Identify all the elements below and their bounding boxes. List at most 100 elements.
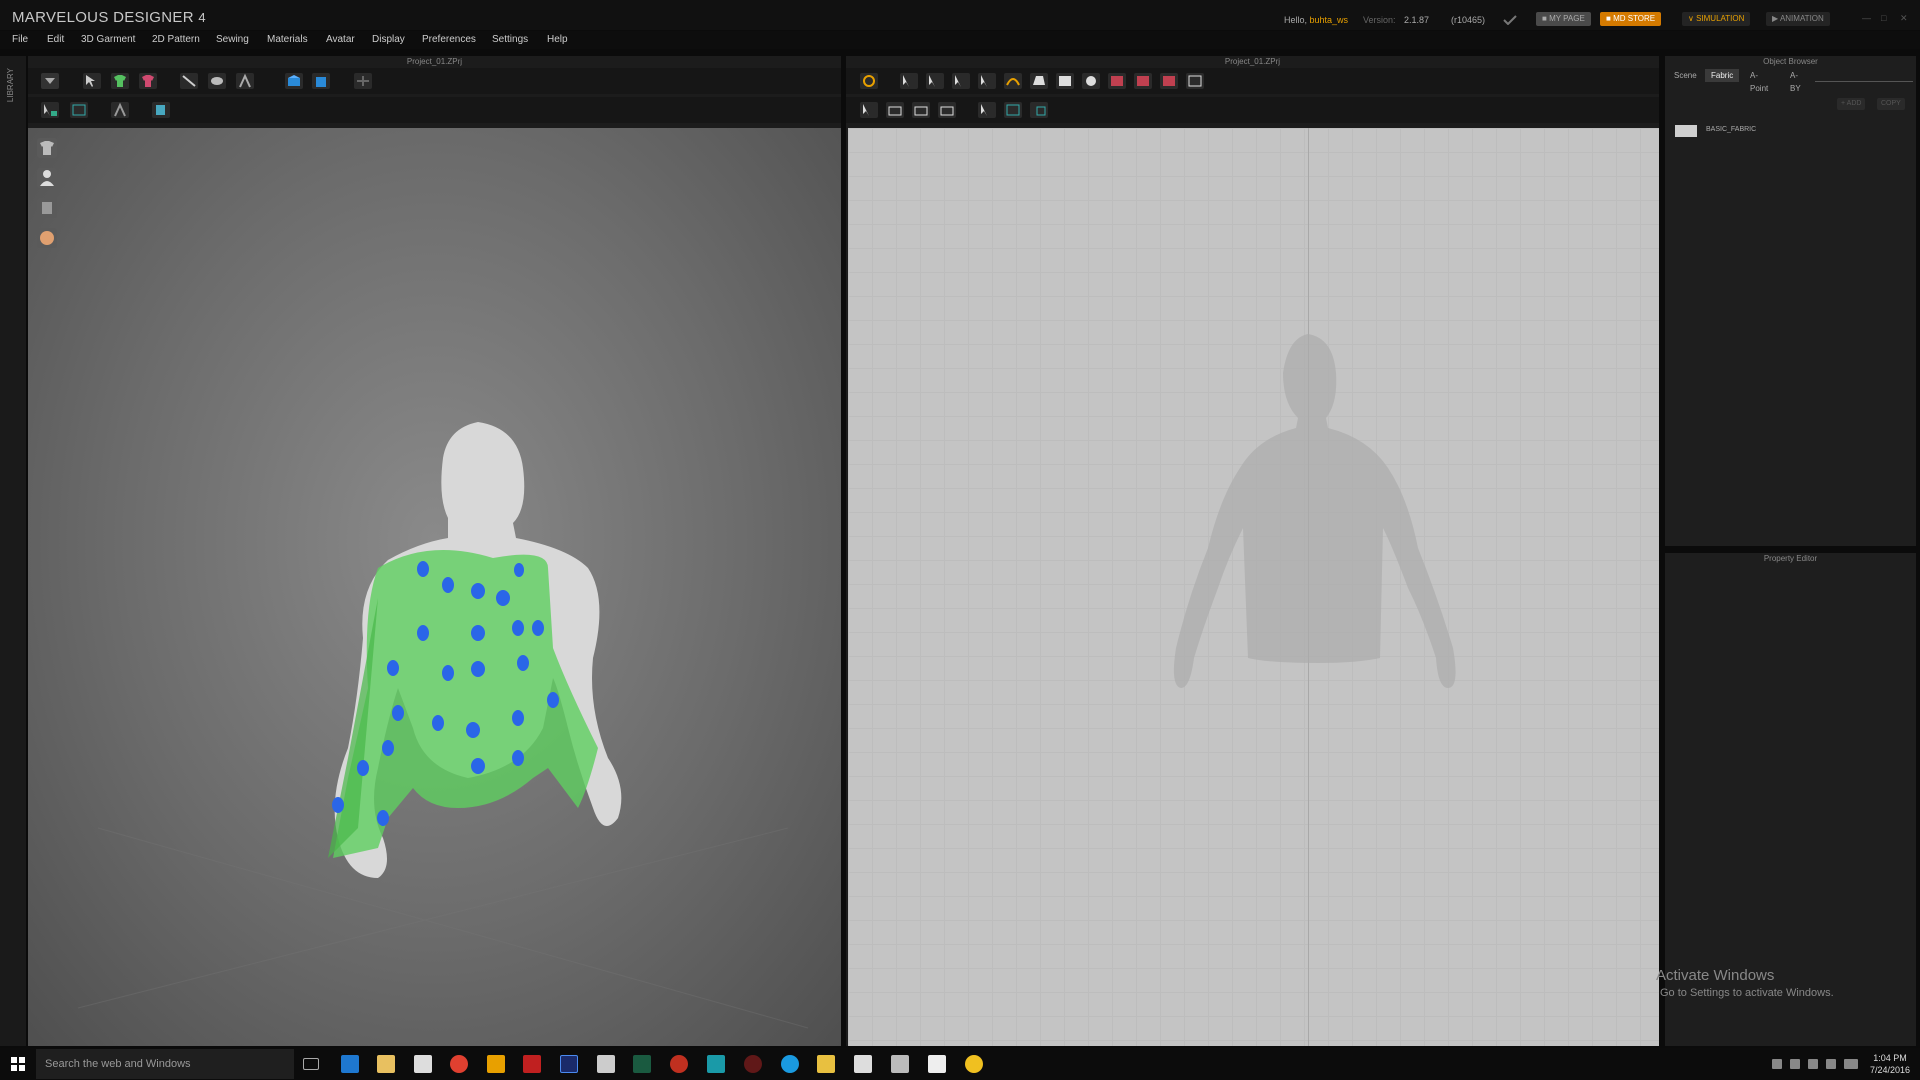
chrome-icon[interactable] — [450, 1055, 468, 1073]
graphic-tool-icon[interactable] — [1030, 102, 1048, 118]
photoshop-icon[interactable] — [560, 1055, 578, 1073]
my-page-button[interactable]: ■ MY PAGE — [1536, 12, 1591, 26]
fold-tool-icon[interactable] — [285, 73, 303, 89]
viewport-3d[interactable] — [28, 128, 841, 1046]
menu-2d-pattern[interactable]: 2D Pattern — [152, 34, 200, 45]
greeting-prefix: Hello, — [1284, 15, 1310, 25]
skype-icon[interactable] — [781, 1055, 799, 1073]
edit-pattern-icon[interactable] — [926, 73, 944, 89]
panel-2d-pattern: Project_01.ZPrj — [846, 56, 1659, 1046]
rectangle-tool-icon[interactable] — [1056, 73, 1074, 89]
task-view-icon[interactable] — [303, 1058, 319, 1070]
windows-start-icon[interactable] — [11, 1057, 25, 1071]
select-garment-tool-icon[interactable] — [111, 73, 129, 89]
free-sewing-icon[interactable] — [886, 102, 904, 118]
taskbar-search-box[interactable]: Search the web and Windows — [36, 1049, 294, 1079]
select-mesh-tool-icon[interactable] — [83, 73, 101, 89]
app-yellow-icon[interactable] — [965, 1055, 983, 1073]
md-store-button[interactable]: ■ MD STORE — [1600, 12, 1662, 26]
store-icon[interactable] — [414, 1055, 432, 1073]
arrow-down-tool-icon[interactable] — [41, 73, 59, 89]
menu-display[interactable]: Display — [372, 34, 405, 45]
tab-a-point[interactable]: A-Point — [1744, 69, 1775, 93]
curvature-icon[interactable] — [1004, 73, 1022, 89]
circle-tool-icon[interactable] — [1082, 73, 1100, 89]
keyboard-icon[interactable] — [1844, 1059, 1858, 1069]
app-window: MARVELOUS DESIGNER 4 Hello, buhta_ws Ver… — [0, 0, 1920, 1080]
volume-icon[interactable] — [1808, 1059, 1818, 1069]
move-garment-tool-icon[interactable] — [139, 73, 157, 89]
minimize-icon[interactable]: — — [1862, 13, 1871, 23]
tab-scene[interactable]: Scene — [1668, 69, 1703, 82]
folder-icon[interactable] — [817, 1055, 835, 1073]
property-editor-title: Property Editor — [1763, 554, 1818, 563]
segment-sewing-icon[interactable] — [860, 102, 878, 118]
brush-tool-icon[interactable] — [152, 102, 170, 118]
edit-curve-icon[interactable] — [952, 73, 970, 89]
menu-bar: File Edit 3D Garment 2D Pattern Sewing M… — [0, 31, 1920, 49]
simulation-mode-tab[interactable]: ∨ SIMULATION — [1682, 12, 1751, 26]
toolbar-2d-row2 — [846, 97, 1659, 123]
tray-arrow-icon[interactable] — [1772, 1059, 1782, 1069]
avatar-measure-icon[interactable] — [354, 73, 372, 89]
avatar-garment-scene[interactable] — [28, 128, 841, 1046]
zbrush-icon[interactable] — [597, 1055, 615, 1073]
file-explorer-icon[interactable] — [377, 1055, 395, 1073]
select-points-icon[interactable] — [41, 102, 59, 118]
app-gray-icon[interactable] — [891, 1055, 909, 1073]
app-window-icon[interactable] — [854, 1055, 872, 1073]
tab-a-by[interactable]: A-BY — [1784, 69, 1807, 93]
avatar-silhouette — [1173, 334, 1456, 688]
viewport-2d[interactable] — [848, 128, 1659, 1046]
menu-preferences[interactable]: Preferences — [422, 34, 476, 45]
app-teal-icon[interactable] — [707, 1055, 725, 1073]
menu-sewing[interactable]: Sewing — [216, 34, 249, 45]
copy-fabric-button[interactable]: COPY — [1877, 98, 1905, 110]
photos-icon[interactable] — [928, 1055, 946, 1073]
internal-circle-icon[interactable] — [1160, 73, 1178, 89]
multi-sewing-icon[interactable] — [912, 102, 930, 118]
internal-rect-icon[interactable] — [1134, 73, 1152, 89]
menu-settings[interactable]: Settings — [492, 34, 528, 45]
activate-windows-watermark: Activate Windows — [1656, 967, 1775, 984]
add-fabric-button[interactable]: + ADD — [1837, 98, 1866, 110]
internal-polygon-icon[interactable] — [1108, 73, 1126, 89]
menu-help[interactable]: Help — [547, 34, 568, 45]
check-sewing-icon[interactable] — [938, 102, 956, 118]
settings-check-icon[interactable] — [1503, 15, 1517, 25]
texture-edit-icon[interactable] — [978, 102, 996, 118]
library-strip[interactable] — [0, 56, 26, 1046]
measure-tool-icon[interactable] — [236, 73, 254, 89]
app-red-icon[interactable] — [670, 1055, 688, 1073]
add-point-icon[interactable] — [978, 73, 996, 89]
edge-icon[interactable] — [341, 1055, 359, 1073]
grid-select-icon[interactable] — [70, 102, 88, 118]
taskbar-clock[interactable]: 1:04 PM 7/24/2016 — [1868, 1052, 1912, 1076]
marvelous-designer-icon[interactable] — [487, 1055, 505, 1073]
menu-materials[interactable]: Materials — [267, 34, 308, 45]
refresh-simulation-icon[interactable] — [860, 73, 878, 89]
grid-texture-icon[interactable] — [1004, 102, 1022, 118]
notifications-icon[interactable] — [1826, 1059, 1836, 1069]
menu-3d-garment[interactable]: 3D Garment — [81, 34, 135, 45]
library-label[interactable]: LIBRARY — [6, 68, 15, 102]
polygon-tool-icon[interactable] — [1030, 73, 1048, 89]
tab-fabric[interactable]: Fabric — [1705, 69, 1740, 82]
app-dark-red-icon[interactable] — [744, 1055, 762, 1073]
sew-3d-icon[interactable] — [111, 102, 129, 118]
menu-avatar[interactable]: Avatar — [326, 34, 355, 45]
transform-pattern-icon[interactable] — [900, 73, 918, 89]
filezilla-icon[interactable] — [523, 1055, 541, 1073]
panel-3d-garment: Project_01.ZPrj — [28, 56, 841, 1046]
zipper-tool-icon[interactable] — [312, 73, 330, 89]
animation-mode-tab[interactable]: ▶ ANIMATION — [1766, 12, 1830, 26]
maximize-icon[interactable]: □ — [1881, 13, 1886, 23]
pin-tool-icon[interactable] — [180, 73, 198, 89]
dart-tool-icon[interactable] — [1186, 73, 1204, 89]
close-icon[interactable]: ✕ — [1900, 13, 1908, 24]
menu-file[interactable]: File — [12, 34, 28, 45]
network-icon[interactable] — [1790, 1059, 1800, 1069]
tack-tool-icon[interactable] — [208, 73, 226, 89]
menu-edit[interactable]: Edit — [47, 34, 64, 45]
excel-like-icon[interactable] — [633, 1055, 651, 1073]
